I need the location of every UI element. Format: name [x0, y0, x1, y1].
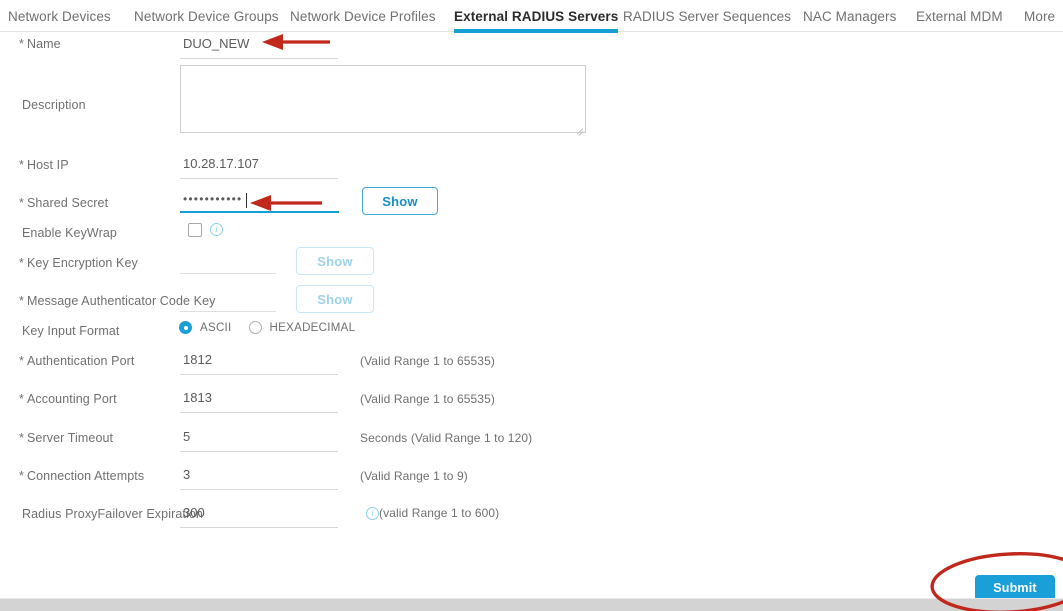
connection-attempts-hint: (Valid Range 1 to 9) [360, 469, 468, 483]
tab-external-radius-servers[interactable]: External RADIUS Servers [454, 0, 619, 33]
description-textarea[interactable] [180, 65, 586, 133]
label-connection-attempts: * Connection Attempts [19, 469, 144, 483]
authentication-port-input[interactable] [180, 349, 338, 375]
radio-dot-icon [248, 321, 262, 334]
message-authenticator-code-key-input[interactable] [180, 286, 276, 312]
radio-hexadecimal[interactable]: HEXADECIMAL [248, 321, 356, 334]
label-key-encryption-key: * Key Encryption Key [19, 256, 138, 270]
show-shared-secret-button[interactable]: Show [362, 187, 438, 215]
connection-attempts-input[interactable] [180, 464, 338, 490]
key-encryption-key-input[interactable] [180, 248, 276, 274]
required-marker: * [19, 158, 24, 172]
tab-radius-server-sequences[interactable]: RADIUS Server Sequences [623, 0, 791, 32]
external-radius-server-form: *Name Description *Host IP *Shared Secre… [0, 32, 1063, 588]
label-description: Description [19, 98, 86, 112]
label-text: Radius ProxyFailover Expiration [22, 507, 203, 521]
required-marker: * [19, 392, 24, 406]
show-message-authenticator-code-key-button[interactable]: Show [296, 285, 374, 313]
accounting-port-input[interactable] [180, 387, 338, 413]
label-text: Description [22, 98, 86, 112]
enable-keywrap-checkbox[interactable] [188, 223, 202, 237]
radius-proxyfailover-expiration-input[interactable] [180, 502, 338, 528]
label-text: Key Input Format [22, 324, 120, 338]
tab-label: Network Devices [8, 8, 111, 24]
tab-label: NAC Managers [803, 8, 897, 24]
authentication-port-hint: (Valid Range 1 to 65535) [360, 354, 495, 368]
required-marker: * [19, 256, 24, 270]
label-server-timeout: * Server Timeout [19, 431, 113, 445]
label-text: Key Encryption Key [26, 256, 138, 270]
text-cursor [246, 193, 247, 208]
label-text: Name [26, 37, 61, 51]
label-host-ip: * Host IP [19, 158, 69, 172]
label-text: Connection Attempts [26, 469, 145, 483]
label-text: Enable KeyWrap [22, 226, 117, 240]
required-marker: * [19, 354, 24, 368]
horizontal-scrollbar[interactable] [0, 598, 1063, 611]
label-text: Host IP [26, 158, 69, 172]
tab-network-devices[interactable]: Network Devices [8, 0, 111, 32]
radio-ascii[interactable]: ASCII [179, 321, 232, 334]
label-enable-keywrap: Enable KeyWrap [19, 226, 117, 240]
required-marker: * [19, 469, 24, 483]
required-marker: * [19, 37, 24, 51]
radio-dot-icon [179, 321, 192, 334]
server-timeout-hint: Seconds (Valid Range 1 to 120) [360, 431, 533, 445]
tab-network-device-profiles[interactable]: Network Device Profiles [290, 0, 436, 32]
label-shared-secret: * Shared Secret [19, 196, 108, 210]
label-radius-proxyfailover-expiration: Radius ProxyFailover Expiration [19, 507, 203, 521]
tab-network-device-groups[interactable]: Network Device Groups [134, 0, 279, 32]
main-tab-bar: Network Devices Network Device Groups Ne… [0, 0, 1063, 33]
key-input-format-radio-group: ASCII HEXADECIMAL [179, 321, 372, 334]
label-text: Authentication Port [26, 354, 135, 368]
radius-proxyfailover-expiration-hint: i (valid Range 1 to 600) [366, 506, 500, 521]
required-marker: * [19, 431, 24, 445]
required-marker: * [19, 196, 24, 210]
tab-label: More [1024, 8, 1056, 24]
host-ip-input[interactable] [180, 153, 338, 179]
label-name: * Name [19, 37, 61, 51]
accounting-port-hint: (Valid Range 1 to 65535) [360, 392, 495, 406]
tab-label: Network Device Groups [134, 8, 279, 24]
shared-secret-masked-value: ••••••••••• [183, 192, 243, 206]
required-marker: * [19, 294, 24, 308]
tab-label: External MDM [916, 8, 1003, 24]
label-key-input-format: Key Input Format [19, 324, 119, 338]
label-text: Shared Secret [26, 196, 109, 210]
tab-external-mdm[interactable]: External MDM [916, 0, 1003, 32]
info-icon[interactable]: i [210, 223, 223, 236]
hint-text: (valid Range 1 to 600) [379, 506, 500, 520]
tab-label: External RADIUS Servers [454, 8, 619, 24]
label-text: Accounting Port [26, 392, 117, 406]
tab-label: RADIUS Server Sequences [623, 8, 792, 24]
tab-more[interactable]: More ∨ [1024, 0, 1063, 32]
label-accounting-port: * Accounting Port [19, 392, 117, 406]
radio-label: ASCII [200, 321, 232, 334]
tab-nac-managers[interactable]: NAC Managers [803, 0, 897, 32]
name-input[interactable] [180, 33, 338, 59]
label-text: Server Timeout [26, 431, 114, 445]
tab-label: Network Device Profiles [290, 8, 436, 24]
server-timeout-input[interactable] [180, 426, 338, 452]
radio-label: HEXADECIMAL [269, 321, 356, 334]
info-icon[interactable]: i [366, 507, 379, 521]
shared-secret-input[interactable]: ••••••••••• [180, 187, 339, 213]
show-key-encryption-key-button[interactable]: Show [296, 247, 374, 275]
label-authentication-port: * Authentication Port [19, 354, 135, 368]
